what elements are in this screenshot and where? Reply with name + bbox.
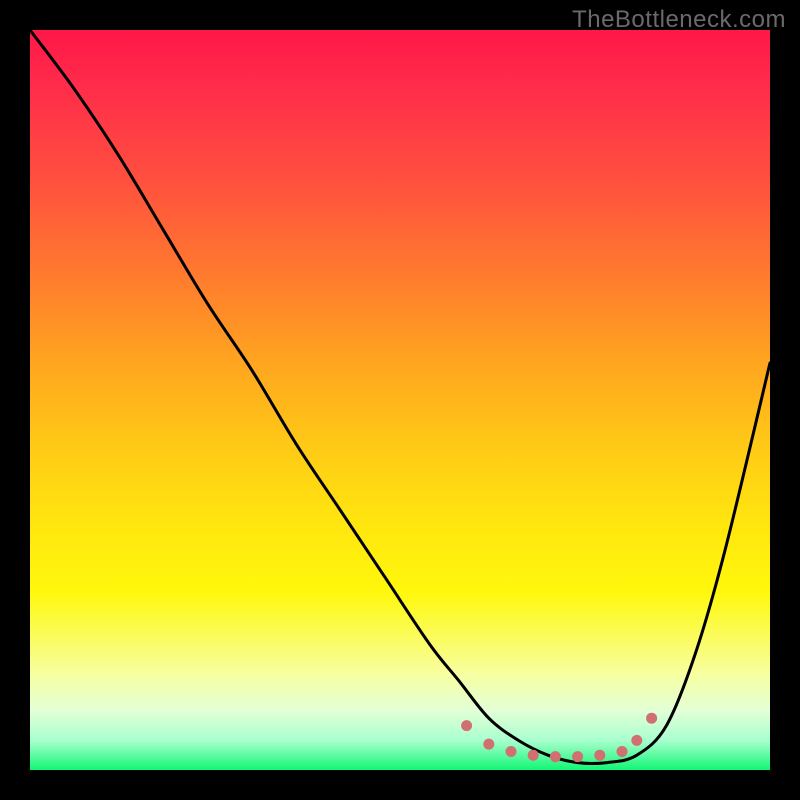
marker-dot — [631, 735, 642, 746]
marker-dot — [594, 750, 605, 761]
bottleneck-curve-path — [30, 30, 770, 764]
curve-overlay — [30, 30, 770, 770]
marker-dot — [617, 746, 628, 757]
marker-dot — [572, 751, 583, 762]
marker-dot — [646, 713, 657, 724]
marker-dot — [461, 720, 472, 731]
bottleneck-curve — [30, 30, 770, 764]
chart-container: TheBottleneck.com — [0, 0, 800, 800]
marker-dot — [528, 750, 539, 761]
marker-dot — [550, 751, 561, 762]
marker-dot — [483, 739, 494, 750]
plot-area — [30, 30, 770, 770]
marker-dot — [506, 746, 517, 757]
